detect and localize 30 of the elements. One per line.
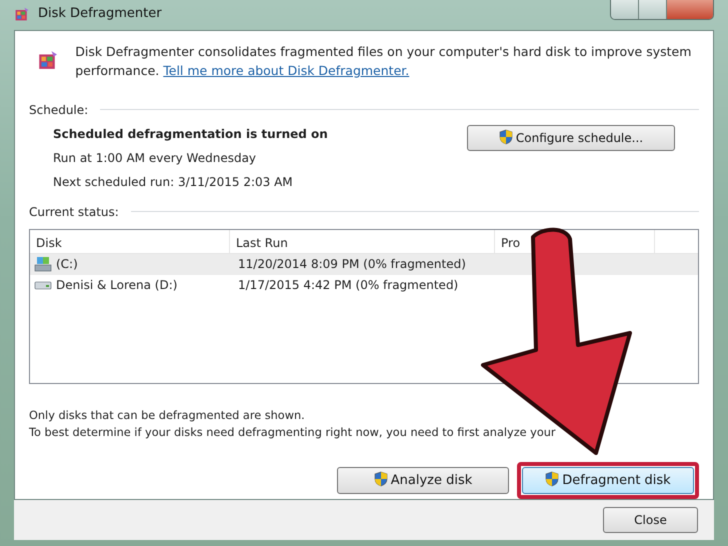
column-header[interactable]: Last Run — [230, 230, 495, 252]
help-link[interactable]: Tell me more about Disk Defragmenter. — [163, 62, 410, 78]
drive-icon — [34, 280, 52, 290]
column-header[interactable]: Disk — [30, 230, 230, 252]
shield-icon — [545, 470, 560, 486]
note-text: To best determine if your disks need defragmenting right now, you need to first analyze your — [29, 424, 557, 441]
disk-name: Denisi & Lorena (D:) — [56, 277, 178, 294]
app-icon — [14, 6, 30, 22]
last-run-cell-text: 1/17/2015 4:42 PM (0% fragmented) — [237, 277, 458, 294]
minimize-button[interactable] — [611, 0, 639, 19]
maximize-button[interactable] — [639, 0, 667, 19]
shield-icon — [498, 128, 513, 144]
action-button[interactable]: Defragment disk — [522, 466, 694, 494]
configure-schedule-button[interactable]: Configure schedule... — [467, 124, 675, 150]
close-button[interactable] — [667, 0, 713, 19]
description-text: Disk Defragmenter consolidates fragmented files on your computer's hard disk to improve system performance. Tell me more about Disk Defragmenter. — [75, 43, 692, 80]
disk-row[interactable]: Denisi & Lorena (D:) 1/17/2015 4:42 PM (0% fragmented) — [30, 274, 698, 296]
note-text: Only disks that can be defragmented are shown. — [29, 408, 306, 424]
schedule-status: Scheduled defragmentation is turned on — [53, 126, 328, 142]
disk-name: (C:) — [56, 256, 78, 273]
last-run-cell-text: 11/20/2014 8:09 PM (0% fragmented) — [237, 256, 466, 273]
section-heading: Current status: — [29, 204, 119, 220]
window-title: Disk Defragmenter — [38, 5, 162, 23]
action-button[interactable]: Analyze disk — [337, 466, 509, 494]
close-dialog-button[interactable]: Close — [603, 507, 698, 533]
schedule-text: Run at 1:00 AM every Wednesday — [53, 150, 258, 166]
section-heading: Schedule: — [29, 102, 88, 118]
next-run-text: Next scheduled run: 3/11/2015 2:03 AM — [53, 174, 294, 190]
shield-icon — [374, 470, 388, 486]
system-drive-icon — [34, 256, 52, 272]
